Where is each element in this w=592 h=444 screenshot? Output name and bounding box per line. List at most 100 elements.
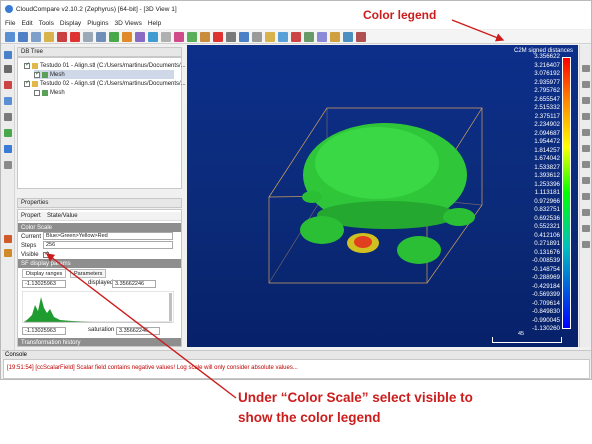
view-icon[interactable] — [582, 129, 590, 136]
toolbar-icon[interactable] — [213, 31, 223, 42]
tool-icon[interactable] — [4, 161, 12, 169]
tree-item-mesh-01[interactable]: Mesh — [34, 70, 174, 79]
toolbar-icon[interactable] — [161, 31, 171, 42]
toolbar-icon[interactable] — [317, 31, 327, 42]
view-icon[interactable] — [582, 225, 590, 232]
menu-display[interactable]: Display — [60, 20, 81, 27]
legend-value-label: 1.113181 — [534, 189, 560, 196]
legend-value-label: 0.131676 — [534, 248, 560, 256]
tree-item-checkbox[interactable] — [24, 79, 30, 87]
legend-value-label: -0.288969 — [532, 274, 560, 281]
scale-bar — [492, 337, 562, 343]
range-min-value: -1.13025963 — [25, 281, 56, 287]
toolbar-icon[interactable] — [226, 31, 236, 42]
range-min-field[interactable]: -1.13025963 — [22, 280, 66, 288]
tool-icon[interactable] — [4, 81, 12, 89]
visible-label: Visible — [21, 251, 39, 258]
tool-icon[interactable] — [4, 129, 12, 137]
menu-file[interactable]: File — [5, 20, 15, 27]
toolbar-icon[interactable] — [252, 31, 262, 42]
window-title: CloudCompare v2.10.2 (Zephyrus) [64-bit]… — [16, 5, 177, 13]
legend-value-label: -0.709614 — [532, 299, 560, 307]
toolbar-icon[interactable] — [278, 31, 288, 42]
tree-item-testudo01[interactable]: Testudo 01 - Align.stl (C:/Users/martinu… — [24, 61, 186, 70]
toolbar-icon[interactable] — [83, 31, 93, 42]
save-icon[interactable] — [18, 31, 28, 42]
current-label: Current — [21, 233, 42, 240]
view-icon[interactable] — [582, 81, 590, 88]
view-icon[interactable] — [582, 97, 590, 104]
toolbar-icon[interactable] — [109, 31, 119, 42]
tool-icon[interactable] — [4, 249, 12, 257]
view-icon[interactable] — [582, 193, 590, 200]
turtle-left-leg — [302, 191, 322, 203]
tool-icon[interactable] — [4, 235, 12, 243]
toolbar-icon[interactable] — [187, 31, 197, 42]
console-panel: [19:51:54] [ccScalarField] Scalar field … — [3, 359, 590, 379]
visible-checkbox[interactable] — [43, 250, 49, 258]
toolbar-icon[interactable] — [239, 31, 249, 42]
toolbar-icon[interactable] — [174, 31, 184, 42]
view-icon[interactable] — [582, 209, 590, 216]
toolbar-icon[interactable] — [200, 31, 210, 42]
tree-item-checkbox[interactable] — [34, 70, 40, 78]
view-icon[interactable] — [582, 177, 590, 184]
annotation-instruction-line1: Under “Color Scale” select visible to — [238, 390, 473, 405]
menu-edit[interactable]: Edit — [21, 20, 32, 27]
menu-tools[interactable]: Tools — [39, 20, 54, 27]
toolbar-icon[interactable] — [356, 31, 366, 42]
tool-icon[interactable] — [4, 97, 12, 105]
toolbar-icon[interactable] — [148, 31, 158, 42]
view-icon[interactable] — [582, 65, 590, 72]
tool-icon[interactable] — [4, 113, 12, 121]
db-tree-title: DB Tree — [21, 49, 44, 55]
tool-icon[interactable] — [4, 65, 12, 73]
toolbar-icon[interactable] — [44, 31, 54, 42]
legend-value-label: 1.674042 — [534, 155, 560, 162]
toolbar-icon[interactable] — [330, 31, 340, 42]
view-icon[interactable] — [582, 241, 590, 248]
left-tool-strip — [1, 45, 15, 350]
tree-item-mesh-02[interactable]: Mesh — [34, 88, 65, 97]
legend-value-label: 0.692536 — [534, 214, 560, 222]
legend-value-label: 2.795762 — [534, 87, 560, 94]
histogram-chart[interactable] — [22, 291, 174, 323]
tool-icon[interactable] — [4, 51, 12, 59]
color-scale-section-label: Color Scale — [21, 224, 53, 231]
db-tree-header: DB Tree — [17, 47, 182, 57]
legend-value-label: 2.935977 — [534, 78, 560, 86]
displayed-label: displayed — [88, 280, 114, 286]
3d-view[interactable]: C2M signed distances 3.356622 3.216407 3.0… — [187, 45, 578, 347]
steps-spinbox[interactable]: 256 — [43, 241, 173, 249]
saturation-max-field[interactable]: 3.35662246 — [116, 327, 160, 335]
toolbar-icon[interactable] — [343, 31, 353, 42]
tab-display-ranges[interactable]: Display ranges — [22, 269, 67, 278]
zoom-icon[interactable] — [4, 145, 12, 153]
tree-item-checkbox[interactable] — [24, 61, 30, 69]
menu-plugins[interactable]: Plugins — [87, 20, 108, 27]
toolbar-icon[interactable] — [265, 31, 275, 42]
saturation-min-field[interactable]: -1.13025963 — [22, 327, 66, 335]
toolbar-icon[interactable] — [31, 31, 41, 42]
toolbar-icon[interactable] — [304, 31, 314, 42]
toolbar-icon[interactable] — [96, 31, 106, 42]
current-scale-select[interactable]: Blue>Green>Yellow>Red — [43, 232, 173, 240]
histogram-max-handle[interactable] — [169, 293, 172, 321]
legend-value-label: 0.412106 — [534, 231, 560, 239]
tree-item-testudo02[interactable]: Testudo 02 - Align.stl (C:/Users/martinu… — [24, 79, 186, 88]
menu-help[interactable]: Help — [148, 20, 161, 27]
tree-item-checkbox[interactable] — [34, 89, 40, 96]
view-icon[interactable] — [582, 161, 590, 168]
toolbar-icon[interactable] — [57, 31, 67, 42]
toolbar-icon[interactable] — [291, 31, 301, 42]
displayed-max-field[interactable]: 3.35662246 — [112, 280, 156, 288]
view-icon[interactable] — [582, 145, 590, 152]
toolbar-icon[interactable] — [122, 31, 132, 42]
toolbar-icon[interactable] — [135, 31, 145, 42]
menu-3d-views[interactable]: 3D Views — [115, 20, 142, 27]
tab-parameters[interactable]: Parameters — [70, 269, 107, 278]
cross-icon[interactable] — [70, 31, 80, 42]
open-icon[interactable] — [5, 31, 15, 42]
legend-value-label: -0.008539 — [532, 257, 560, 264]
view-icon[interactable] — [582, 113, 590, 120]
